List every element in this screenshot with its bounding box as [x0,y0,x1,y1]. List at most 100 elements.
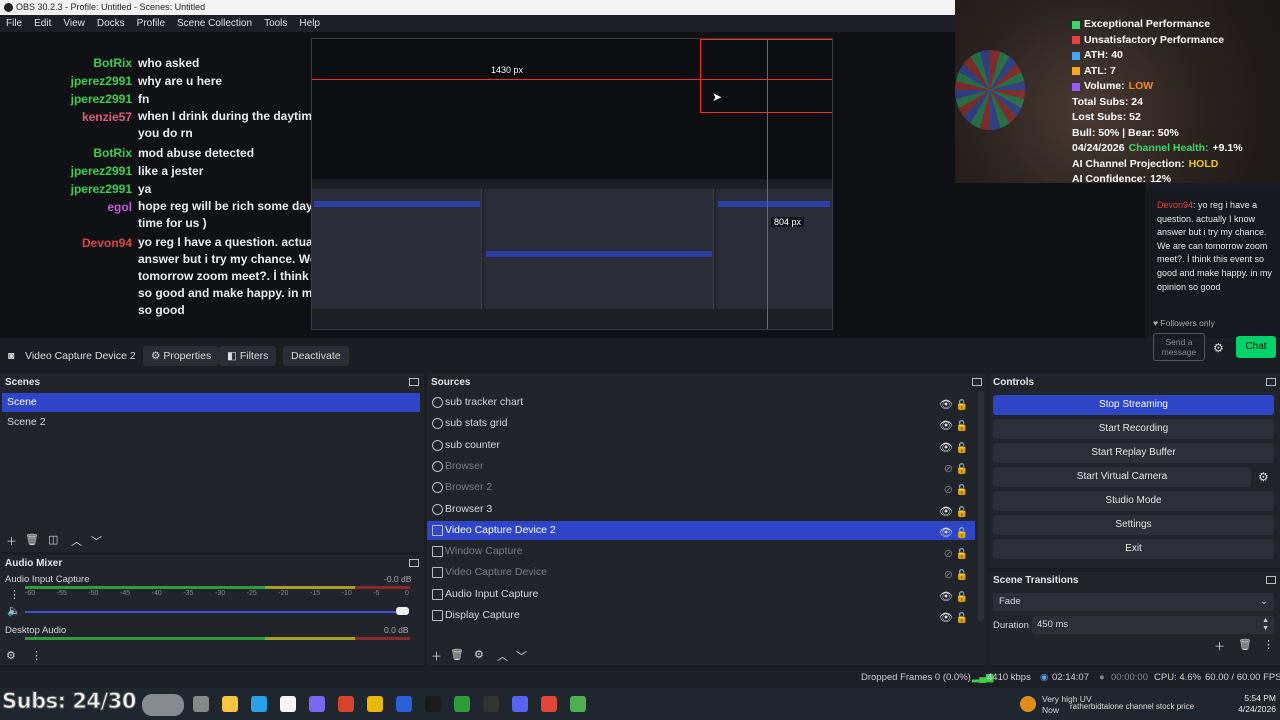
eye-hidden-icon[interactable]: ⊘ [944,545,953,564]
source-item[interactable]: Display Capture 👁 🔓 [427,606,975,625]
menu-view[interactable]: View [57,15,91,32]
source-item[interactable]: Browser 2 ⊘ 🔓 [427,478,975,497]
undock-icon[interactable] [409,559,419,567]
undock-icon[interactable] [409,378,419,386]
undock-icon[interactable] [1266,576,1276,584]
discord-icon[interactable] [512,696,528,712]
add-icon[interactable]: ＋ [6,533,17,549]
scene-item[interactable]: Scene 2 [2,413,420,432]
eye-hidden-icon[interactable]: ⊘ [944,566,953,585]
start-menu-icon[interactable] [142,694,184,716]
add-icon[interactable]: ＋ [431,648,442,664]
steam-icon[interactable] [483,696,499,712]
chrome-icon[interactable] [367,696,383,712]
chrome-dev-icon[interactable] [570,696,586,712]
word-icon[interactable] [396,696,412,712]
menu-tools[interactable]: Tools [258,15,293,32]
chat-settings-icon[interactable]: ⚙ [1213,341,1224,355]
menu-dots-icon[interactable]: ⋮ [1263,638,1274,651]
filters-button[interactable]: ◧ Filters [219,346,277,366]
store-icon[interactable] [280,696,296,712]
powerpoint-icon[interactable] [338,696,354,712]
sources-scrollbar[interactable] [978,391,984,621]
chat-message-input[interactable]: Send a message [1153,333,1205,361]
lock-icon[interactable]: 🔓 [956,396,968,415]
transition-select[interactable]: Fade ⌄ [993,593,1274,611]
eye-icon[interactable]: 👁 [939,439,953,458]
maps-icon[interactable] [541,696,557,712]
source-item[interactable]: sub counter 👁 🔓 [427,436,975,455]
lock-icon[interactable]: 🔓 [956,588,968,607]
start-virtual-camera-button[interactable]: Start Virtual Camera [993,467,1251,487]
eye-hidden-icon[interactable]: ⊘ [944,460,953,479]
menu-help[interactable]: Help [293,15,326,32]
trash-icon[interactable]: 🗑 [1238,638,1252,651]
task-view-icon[interactable] [193,696,209,712]
move-down-icon[interactable]: ﹀ [516,648,527,664]
menu-edit[interactable]: Edit [28,15,57,32]
settings-button[interactable]: Settings [993,515,1274,535]
filter-icon[interactable]: ◫ [48,533,58,546]
source-item[interactable]: Video Capture Device 2 👁 🔓 [427,520,975,543]
scene-item[interactable]: Scene [2,393,420,412]
properties-button[interactable]: ⚙ Properties [143,346,220,366]
obs-icon[interactable] [425,696,441,712]
eye-icon[interactable]: 👁 [939,396,953,415]
move-down-icon[interactable]: ﹀ [91,533,102,549]
volume-slider-handle[interactable] [396,607,409,615]
virtual-camera-settings-icon[interactable]: ⚙ [1258,470,1269,484]
add-icon[interactable]: ＋ [1214,638,1225,654]
source-item[interactable]: Video Capture Device ⊘ 🔓 [427,563,975,582]
advanced-audio-icon[interactable]: ⚙ [6,649,16,662]
lock-icon[interactable]: 🔓 [956,417,968,436]
volume-slider[interactable] [25,611,409,613]
trash-icon[interactable]: 🗑 [25,533,39,546]
lock-icon[interactable]: 🔓 [956,481,968,500]
lock-icon[interactable]: 🔓 [956,545,968,564]
move-up-icon[interactable]: ︿ [71,533,82,549]
start-replay-buffer-button[interactable]: Start Replay Buffer [993,443,1274,463]
deactivate-button[interactable]: Deactivate [283,346,349,366]
source-item[interactable]: Audio Input Capture 👁 🔓 [427,585,975,604]
start-recording-button[interactable]: Start Recording [993,419,1274,439]
file-explorer-icon[interactable] [222,696,238,712]
chat-send-button[interactable]: Chat [1236,336,1276,358]
menu-file[interactable]: File [0,15,28,32]
edge-icon[interactable] [251,696,267,712]
system-clock[interactable]: 5:54 PM 4/24/2026 [1220,693,1276,715]
undock-icon[interactable] [1266,378,1276,386]
eye-icon[interactable]: 👁 [939,524,953,543]
lock-icon[interactable]: 🔓 [956,566,968,585]
eye-hidden-icon[interactable]: ⊘ [944,481,953,500]
move-up-icon[interactable]: ︿ [497,648,508,664]
lock-icon[interactable]: 🔓 [956,503,968,522]
trash-icon[interactable]: 🗑 [450,648,464,661]
menu-dots-icon[interactable]: ⋮ [31,649,42,662]
menu-dots-icon[interactable]: ⋮ [9,588,20,601]
stop-streaming-button[interactable]: Stop Streaming [993,395,1274,415]
stepper-icon[interactable]: ▲ ▼ [1262,617,1269,633]
source-item[interactable]: Browser ⊘ 🔓 [427,457,975,476]
source-item[interactable]: Browser 3 👁 🔓 [427,500,975,519]
speaker-icon[interactable]: 🔈 [7,604,21,617]
copilot-icon[interactable] [309,696,325,712]
eye-icon[interactable]: 👁 [939,609,953,628]
eye-icon[interactable]: 👁 [939,588,953,607]
exit-button[interactable]: Exit [993,539,1274,559]
eye-icon[interactable]: 👁 [939,417,953,436]
lock-icon[interactable]: 🔓 [956,609,968,628]
source-item[interactable]: Window Capture ⊘ 🔓 [427,542,975,561]
menu-scene-collection[interactable]: Scene Collection [171,15,258,32]
studio-mode-button[interactable]: Studio Mode [993,491,1274,511]
source-item[interactable]: sub stats grid 👁 🔓 [427,414,975,433]
lock-icon[interactable]: 🔓 [956,439,968,458]
lock-icon[interactable]: 🔓 [956,460,968,479]
duration-input[interactable]: 450 ms ▲ ▼ [1032,616,1274,634]
gear-icon[interactable]: ⚙ [474,648,484,661]
xbox-icon[interactable] [454,696,470,712]
lock-icon[interactable]: 🔓 [956,524,968,543]
menu-profile[interactable]: Profile [131,15,171,32]
source-item[interactable]: sub tracker chart 👁 🔓 [427,393,975,412]
undock-icon[interactable] [972,378,982,386]
eye-icon[interactable]: 👁 [939,503,953,522]
